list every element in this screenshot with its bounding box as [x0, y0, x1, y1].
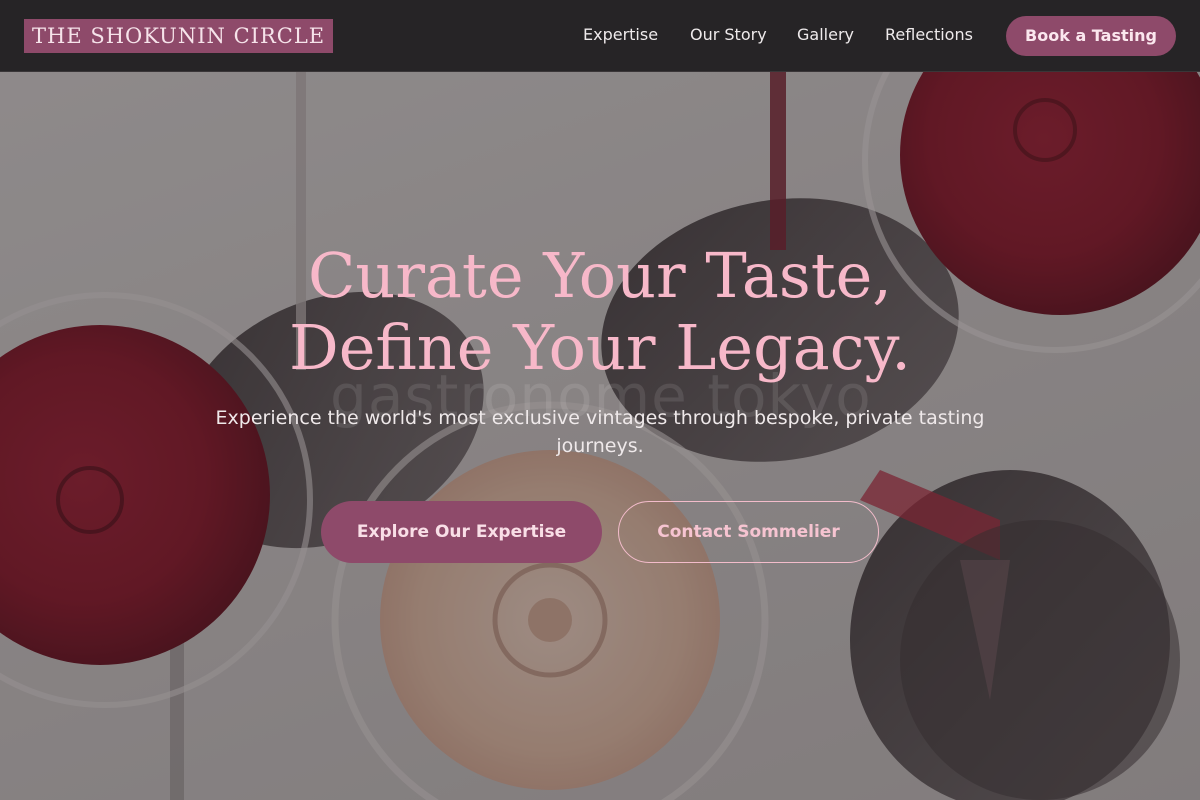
hero-title-line-2: Define Your Legacy. [289, 311, 911, 384]
book-tasting-button[interactable]: Book a Tasting [1006, 16, 1176, 56]
nav-link-our-story[interactable]: Our Story [690, 24, 767, 46]
explore-expertise-button[interactable]: Explore Our Expertise [321, 501, 602, 563]
hero-title-line-1: Curate Your Taste, [307, 239, 893, 312]
contact-sommelier-button[interactable]: Contact Sommelier [618, 501, 879, 563]
nav-link-gallery[interactable]: Gallery [797, 24, 854, 46]
nav-link-reflections[interactable]: Reflections [885, 24, 973, 46]
nav-link-expertise[interactable]: Expertise [583, 24, 658, 46]
site-header: THE SHOKUNIN CIRCLE Expertise Our Story … [0, 0, 1200, 72]
site-logo[interactable]: THE SHOKUNIN CIRCLE [24, 19, 334, 53]
hero-subtitle: Experience the world's most exclusive vi… [215, 407, 985, 457]
hero-title: Curate Your Taste, Define Your Legacy. [150, 240, 1050, 384]
hero-background-image: gastronome tokyo [0, 0, 1200, 800]
